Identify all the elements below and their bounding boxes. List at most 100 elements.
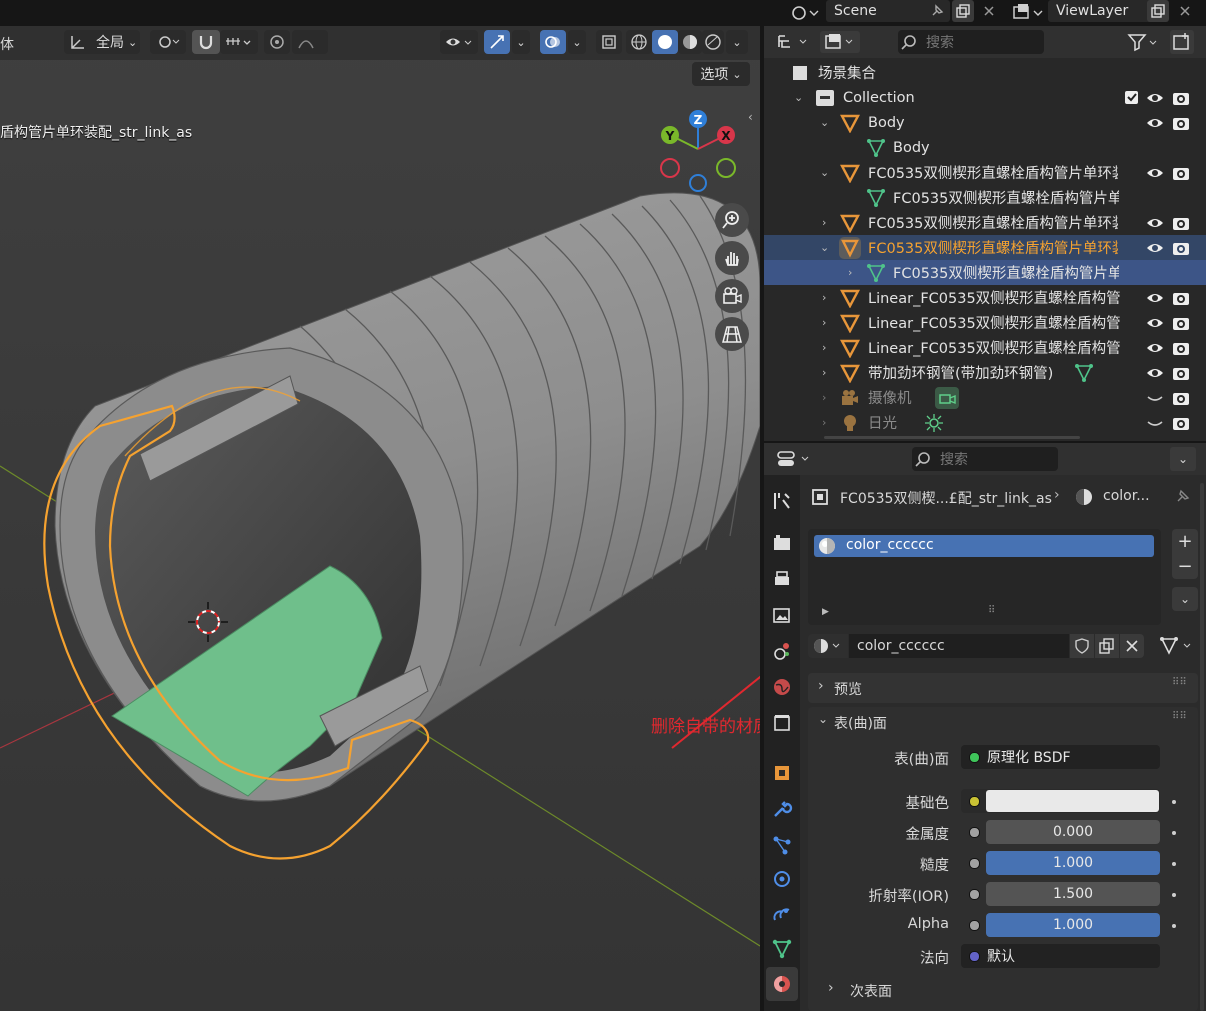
solid-shading-button[interactable] <box>652 30 678 54</box>
overlays-toggle[interactable] <box>540 30 566 54</box>
tab-render[interactable] <box>770 531 794 555</box>
outliner-row-camera[interactable]: › 摄像机 <box>764 385 1206 410</box>
eye-icon[interactable] <box>1146 239 1164 257</box>
overlays-dropdown[interactable]: ⌄ <box>568 30 586 54</box>
xray-toggle[interactable] <box>596 30 622 54</box>
editor-type-dropdown[interactable] <box>776 31 812 53</box>
new-collection-button[interactable] <box>1170 30 1194 54</box>
render-camera-icon[interactable] <box>1172 239 1190 257</box>
normal-field[interactable]: 默认 <box>961 944 1160 968</box>
render-camera-icon[interactable] <box>1172 314 1190 332</box>
render-camera-icon[interactable] <box>1172 389 1190 407</box>
chevron-down-icon[interactable]: ⌄ <box>794 91 804 104</box>
eye-icon[interactable] <box>1146 114 1164 132</box>
chevron-down-icon[interactable]: ⌄ <box>820 116 830 129</box>
chevron-right-icon[interactable]: › <box>822 216 832 229</box>
eye-icon[interactable] <box>1146 339 1164 357</box>
surface-panel-header[interactable]: ⌄ 表(曲)面 ⠿⠿ <box>808 707 1198 737</box>
tab-view-layer[interactable] <box>770 603 794 627</box>
properties-editor[interactable]: 搜索 ⌄ FC0535双侧楔...£配_str_link_as › color.… <box>764 443 1206 1011</box>
outliner-row-fc0535-1-mesh[interactable]: FC0535双侧楔形直螺栓盾构管片单环 <box>764 185 1206 210</box>
unlink-material-button[interactable] <box>1120 634 1144 658</box>
material-preview-button[interactable] <box>678 30 702 54</box>
outliner-row-body[interactable]: ⌄ Body <box>764 110 1206 135</box>
sidebar-toggle-icon[interactable]: ‹ <box>748 110 760 130</box>
perspective-toggle-button[interactable] <box>715 317 749 351</box>
alpha-slider[interactable]: 1.000 <box>986 913 1160 937</box>
chevron-right-icon[interactable]: › <box>822 416 832 429</box>
link-type-dropdown[interactable] <box>1158 634 1198 658</box>
pivot-point-dropdown[interactable] <box>150 30 186 54</box>
delete-viewlayer-icon[interactable] <box>1174 0 1196 22</box>
rendered-shading-button[interactable] <box>702 30 724 54</box>
outliner-row-scene-collection[interactable]: 场景集合 <box>764 60 1206 85</box>
chevron-right-icon[interactable]: › <box>822 316 832 329</box>
eye-closed-icon[interactable] <box>1146 414 1164 432</box>
eye-icon[interactable] <box>1146 214 1164 232</box>
render-camera-icon[interactable] <box>1172 214 1190 232</box>
render-camera-icon[interactable] <box>1172 339 1190 357</box>
outliner-row-collection[interactable]: ⌄ Collection <box>764 85 1206 110</box>
eye-icon[interactable] <box>1146 89 1164 107</box>
outliner-row-steel-pipe[interactable]: › 带加劲环钢管(带加劲环钢管) <box>764 360 1206 385</box>
eye-closed-icon[interactable] <box>1146 389 1164 407</box>
visibility-dropdown[interactable] <box>440 30 478 54</box>
options-dropdown[interactable]: 选项 ⌄ <box>692 62 750 86</box>
eye-icon[interactable] <box>1146 289 1164 307</box>
zoom-button[interactable] <box>715 203 749 237</box>
delete-scene-icon[interactable] <box>978 0 1000 22</box>
outliner-row-fc0535-1[interactable]: ⌄ FC0535双侧楔形直螺栓盾构管片单环装 <box>764 160 1206 185</box>
outliner-search-input[interactable]: 搜索 <box>898 30 1044 54</box>
tab-physics[interactable] <box>770 867 794 891</box>
browse-material-dropdown[interactable] <box>808 634 848 658</box>
surface-shader-field[interactable]: 原理化 BSDF <box>961 745 1160 769</box>
ior-slider[interactable]: 1.500 <box>986 882 1160 906</box>
base-color-field[interactable] <box>961 789 1160 813</box>
filter-dropdown[interactable] <box>1126 30 1162 54</box>
render-camera-icon[interactable] <box>1172 114 1190 132</box>
material-name-input[interactable]: color_cccccc <box>849 634 1069 658</box>
chevron-down-icon[interactable]: ⌄ <box>820 241 830 254</box>
outliner-row-fc0535-active[interactable]: ⌄ FC0535双侧楔形直螺栓盾构管片单环装 <box>764 235 1206 260</box>
navigation-gizmo[interactable]: Z Y X <box>650 106 750 196</box>
pan-button[interactable] <box>715 241 749 275</box>
new-scene-icon[interactable] <box>952 0 974 22</box>
resize-grip-icon[interactable]: ⠿ <box>988 605 996 616</box>
preview-panel-header[interactable]: › 预览 ⠿⠿ <box>808 673 1198 703</box>
chevron-right-icon[interactable]: › <box>822 341 832 354</box>
outliner-row-fc0535-active-mesh[interactable]: › FC0535双侧楔形直螺栓盾构管片单环 <box>764 260 1206 285</box>
options-dropdown[interactable]: ⌄ <box>1170 447 1196 471</box>
render-camera-icon[interactable] <box>1172 89 1190 107</box>
chevron-right-icon[interactable]: › <box>822 366 832 379</box>
chevron-right-icon[interactable]: › <box>848 266 858 279</box>
tab-particles[interactable] <box>770 833 794 857</box>
drag-grip-icon[interactable]: ⠿⠿ <box>1172 677 1187 688</box>
remove-slot-button[interactable]: − <box>1172 554 1198 578</box>
material-slot-item[interactable]: color_cccccc <box>814 535 1154 557</box>
tab-object[interactable] <box>770 761 794 785</box>
chevron-right-icon[interactable]: › <box>822 291 832 304</box>
checkbox-checked-icon[interactable] <box>1124 90 1140 106</box>
falloff-dropdown[interactable] <box>292 30 328 54</box>
gizmo-toggle[interactable] <box>484 30 510 54</box>
keyframe-dot-icon[interactable] <box>1172 924 1176 928</box>
outliner-scrollbar[interactable] <box>824 436 1080 439</box>
chevron-right-icon[interactable]: › <box>822 391 832 404</box>
properties-search-input[interactable]: 搜索 <box>912 447 1058 471</box>
material-slot-list[interactable]: color_cccccc ▶ ⠿ <box>808 529 1161 625</box>
eye-icon[interactable] <box>1146 164 1164 182</box>
outliner[interactable]: 搜索 场景集合 ⌄ Collection ⌄ Body Body ⌄ FC053… <box>764 26 1206 441</box>
snap-toggle[interactable] <box>192 30 220 54</box>
new-viewlayer-icon[interactable] <box>1147 0 1169 22</box>
outliner-row-body-mesh[interactable]: Body <box>764 135 1206 160</box>
outliner-row-linear-2[interactable]: › Linear_FC0535双侧楔形直螺栓盾构管片 <box>764 310 1206 335</box>
roughness-slider[interactable]: 1.000 <box>986 851 1160 875</box>
tab-material[interactable] <box>766 967 798 1001</box>
scene-icon[interactable] <box>788 1 822 23</box>
tab-modifiers[interactable] <box>770 797 794 821</box>
keyframe-dot-icon[interactable] <box>1172 800 1176 804</box>
metallic-slider[interactable]: 0.000 <box>986 820 1160 844</box>
outliner-row-linear-1[interactable]: › Linear_FC0535双侧楔形直螺栓盾构管片 <box>764 285 1206 310</box>
render-camera-icon[interactable] <box>1172 414 1190 432</box>
add-slot-button[interactable]: + <box>1172 529 1198 553</box>
